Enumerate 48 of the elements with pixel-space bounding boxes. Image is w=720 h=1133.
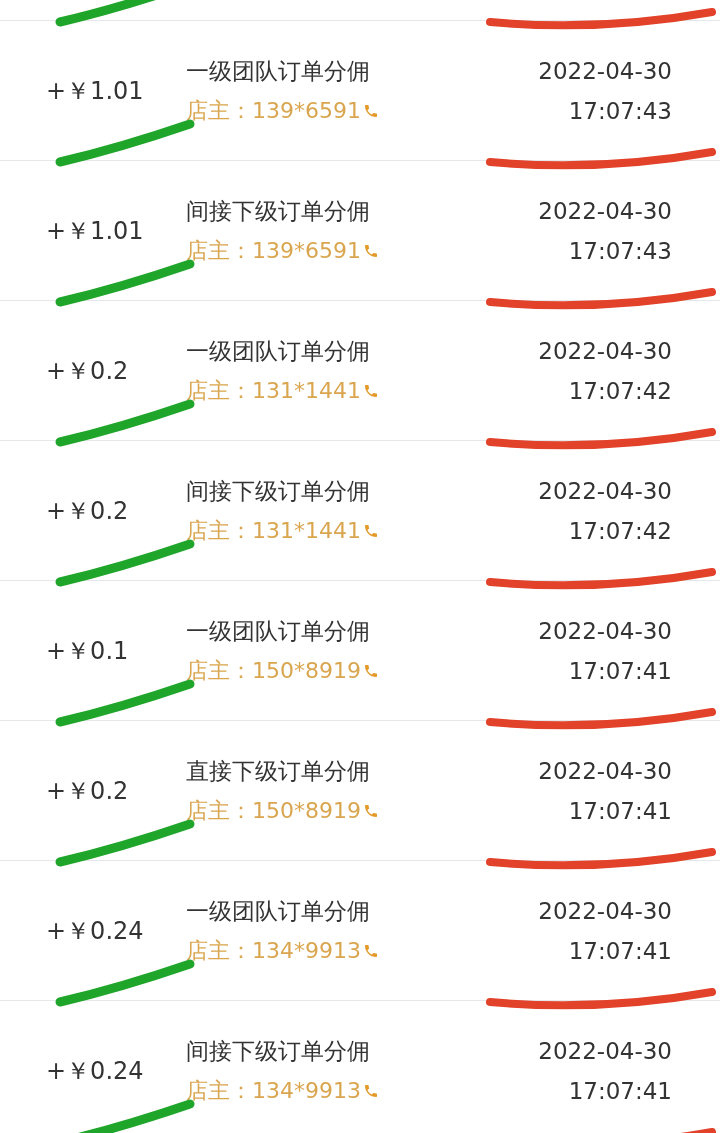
record-date: 2022-04-30 — [538, 56, 672, 86]
amount: +￥0.2 — [46, 496, 129, 525]
record-title: 一级团队订单分佣 — [186, 336, 371, 366]
record-time: 17:07:41 — [568, 1076, 672, 1106]
shop-owner-phone: 店主：134*9913 — [186, 1076, 361, 1105]
phone-icon[interactable] — [363, 662, 379, 679]
phone-icon[interactable] — [363, 522, 379, 539]
phone-icon[interactable] — [363, 1082, 379, 1099]
record-time: 17:07:43 — [568, 236, 672, 266]
record-time: 17:07:41 — [568, 796, 672, 826]
record-time: 17:07:41 — [568, 656, 672, 686]
shop-owner-phone: 店主：131*1441 — [186, 516, 361, 545]
phone-icon[interactable] — [363, 102, 379, 119]
record-title: 间接下级订单分佣 — [186, 1036, 371, 1066]
phone-icon[interactable] — [363, 802, 379, 819]
shop-owner-phone: 店主：150*8919 — [186, 796, 361, 825]
amount: +￥0.1 — [46, 636, 129, 665]
shop-owner-phone: 店主：139*6591 — [186, 236, 361, 265]
record-title: 一级团队订单分佣 — [186, 896, 371, 926]
record-title: 直接下级订单分佣 — [186, 756, 371, 786]
shop-owner-phone: 店主：139*6591 — [186, 96, 361, 125]
shop-owner-phone: 店主：131*1441 — [186, 376, 361, 405]
record-time: 17:07:42 — [568, 516, 672, 546]
amount: +￥0.24 — [46, 916, 144, 945]
record-title: 一级团队订单分佣 — [186, 616, 371, 646]
record-title: 一级团队订单分佣 — [186, 56, 371, 86]
record-date: 2022-04-30 — [538, 616, 672, 646]
shop-owner-phone: 店主：134*9913 — [186, 936, 361, 965]
record-date: 2022-04-30 — [538, 476, 672, 506]
amount: +￥0.2 — [46, 356, 129, 385]
amount: +￥0.24 — [46, 1056, 144, 1085]
record-date: 2022-04-30 — [538, 1036, 672, 1066]
amount: +￥1.01 — [46, 76, 144, 105]
phone-icon[interactable] — [363, 242, 379, 259]
record-time: 17:07:42 — [568, 376, 672, 406]
record-time: 17:07:41 — [568, 936, 672, 966]
record-date: 2022-04-30 — [538, 336, 672, 366]
record-time: 17:07:43 — [568, 96, 672, 126]
phone-icon[interactable] — [363, 382, 379, 399]
phone-icon[interactable] — [363, 942, 379, 959]
record-date: 2022-04-30 — [538, 756, 672, 786]
record-date: 2022-04-30 — [538, 196, 672, 226]
record-title: 间接下级订单分佣 — [186, 476, 371, 506]
shop-owner-phone: 店主：150*8919 — [186, 656, 361, 685]
record-title: 间接下级订单分佣 — [186, 196, 371, 226]
amount: +￥1.01 — [46, 216, 144, 245]
amount: +￥0.2 — [46, 776, 129, 805]
record-date: 2022-04-30 — [538, 896, 672, 926]
